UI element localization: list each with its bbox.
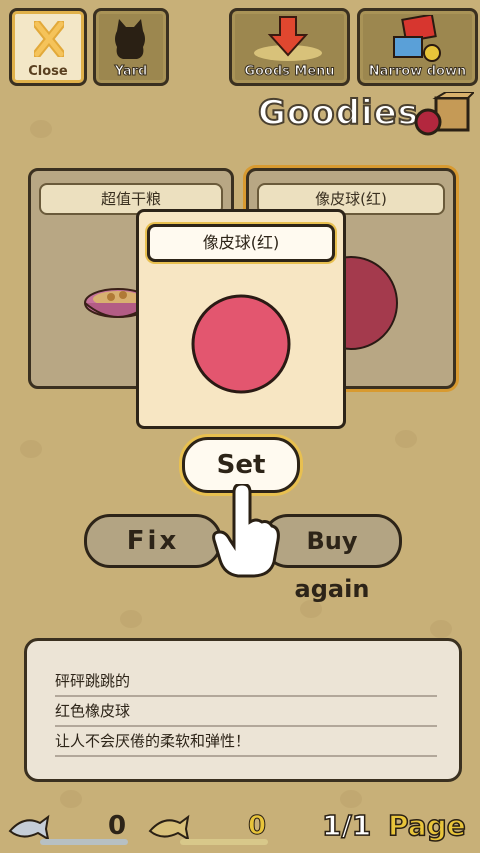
page-label: Page — [387, 808, 466, 843]
gold-fish-icon — [148, 814, 190, 841]
down-arrow-icon — [254, 16, 322, 61]
yard-label: Yard — [114, 64, 148, 80]
paw-print-decoration — [20, 440, 42, 458]
narrow-down-button[interactable]: Narrow down — [357, 8, 478, 86]
yard-button[interactable]: Yard — [93, 8, 169, 86]
cat-silhouette-icon — [115, 19, 145, 59]
page-title: Goodies — [257, 92, 419, 134]
popup-item-name: 像皮球(红) — [147, 224, 335, 262]
narrow-down-label: Narrow down — [368, 64, 467, 80]
close-label: Close — [28, 64, 68, 79]
page-indicator: 1/1 — [321, 808, 372, 843]
paw-print-decoration — [120, 610, 142, 628]
goods-menu-button[interactable]: Goods Menu — [229, 8, 350, 86]
description-line: 让人不会厌倦的柔软和弹性！ — [55, 727, 437, 757]
paw-print-decoration — [30, 120, 52, 138]
goods-menu-label: Goods Menu — [244, 64, 335, 80]
description-line: 砰砰跳跳的 — [55, 667, 437, 697]
buy-again-button[interactable]: Buy again — [262, 514, 402, 603]
gold-fish-count: 0 — [247, 811, 267, 842]
box-filter-icon — [393, 15, 441, 62]
paw-print-decoration — [395, 430, 417, 448]
item-description-box: 砰砰跳跳的 红色橡皮球 让人不会厌倦的柔软和弹性！ — [24, 638, 462, 782]
paw-print-decoration — [430, 620, 452, 638]
red-ball-icon — [191, 294, 291, 394]
red-ball-icon — [339, 256, 398, 350]
x-icon — [34, 21, 64, 57]
silver-fish-count: 0 — [108, 811, 127, 841]
item-preview-popup: 像皮球(红) — [136, 209, 346, 429]
silver-fish-icon — [8, 814, 50, 841]
fix-button[interactable]: Fix — [84, 514, 222, 568]
ball-and-box-icon — [414, 92, 474, 136]
description-line: 红色橡皮球 — [55, 697, 437, 727]
hand-pointer-icon — [212, 484, 280, 578]
footer-bar: 0 0 1/1 Page — [0, 803, 480, 853]
close-button[interactable]: Close — [9, 8, 87, 86]
